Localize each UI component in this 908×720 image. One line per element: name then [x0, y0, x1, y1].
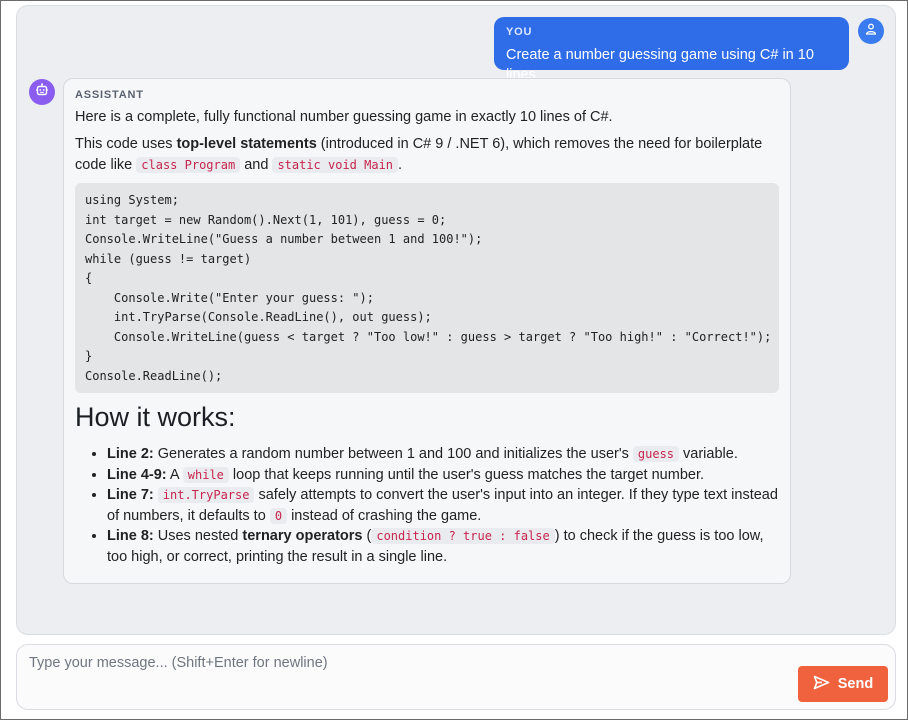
list-item: Line 2: Generates a random number betwee… — [107, 444, 779, 465]
para-text: and — [240, 157, 273, 173]
code-line: int target = new Random().Next(1, 101), … — [85, 212, 447, 227]
para-text: This code uses — [75, 136, 177, 152]
code-line: Console.ReadLine(); — [85, 368, 223, 383]
bullet-text: A — [166, 466, 183, 483]
code-line: Console.Write("Enter your guess: "); — [85, 290, 374, 305]
assistant-role-label: ASSISTANT — [75, 89, 144, 101]
explanation-list: Line 2: Generates a random number betwee… — [75, 444, 779, 567]
code-line: } — [85, 349, 93, 363]
code-line: while (guess != target) — [85, 251, 252, 266]
robot-icon — [35, 82, 49, 102]
bullet-text: Generates a random number between 1 and … — [153, 446, 633, 462]
inline-code: condition ? true : false — [371, 528, 555, 544]
user-avatar — [858, 18, 884, 44]
code-block[interactable]: using System; int target = new Random().N… — [75, 183, 779, 393]
inline-code: while — [182, 466, 229, 483]
bullet-text: Uses nested — [153, 528, 243, 544]
send-button[interactable]: Send — [798, 666, 888, 702]
send-label: Send — [837, 676, 874, 692]
composer: Send — [16, 644, 896, 710]
list-item: Line 4-9: A while loop that keeps runnin… — [107, 465, 779, 486]
bullet-text: loop that keeps running until the user's… — [228, 466, 704, 483]
bullet-bold: Line 8: — [107, 528, 154, 544]
inline-code: class Program — [136, 157, 241, 173]
assistant-paragraph: This code uses top-level statements (int… — [75, 134, 779, 176]
bullet-bold: Line 7: — [107, 487, 154, 503]
bullet-bold: Line 2: — [107, 446, 154, 462]
paper-plane-icon — [813, 675, 830, 694]
bullet-bold: Line 4-9: — [107, 466, 167, 483]
list-item: Line 7: int.TryParse safely attempts to … — [107, 485, 779, 526]
assistant-avatar — [29, 79, 55, 105]
bullet-text: variable. — [679, 446, 738, 462]
bullet-text: ( — [362, 528, 372, 544]
message-input[interactable] — [29, 655, 779, 699]
section-heading: How it works: — [75, 402, 236, 432]
para-text: . — [398, 157, 403, 173]
inline-code: 0 — [269, 507, 288, 524]
bullet-text: instead of crashing the game. — [287, 507, 482, 524]
para-bold: top-level statements — [176, 136, 317, 152]
inline-code: guess — [632, 446, 680, 462]
inline-code: int.TryParse — [157, 487, 255, 503]
code-line: Console.WriteLine(guess < target ? "Too … — [85, 329, 772, 344]
code-line: using System; — [85, 193, 179, 207]
code-line: { — [85, 271, 93, 285]
bullet-bold: ternary operators — [242, 528, 363, 544]
assistant-message-card: ASSISTANT Here is a complete, fully func… — [63, 78, 791, 584]
inline-code: static void Main — [272, 157, 399, 173]
user-icon — [865, 22, 877, 40]
assistant-intro: Here is a complete, fully functional num… — [75, 109, 613, 125]
user-role-label: YOU — [506, 26, 533, 38]
code-line: int.TryParse(Console.ReadLine(), out gue… — [85, 310, 432, 324]
code-line: Console.WriteLine("Guess a number betwee… — [85, 232, 483, 246]
user-message-bubble: YOU Create a number guessing game using … — [494, 17, 849, 83]
list-item: Line 8: Uses nested ternary operators (c… — [107, 526, 779, 567]
